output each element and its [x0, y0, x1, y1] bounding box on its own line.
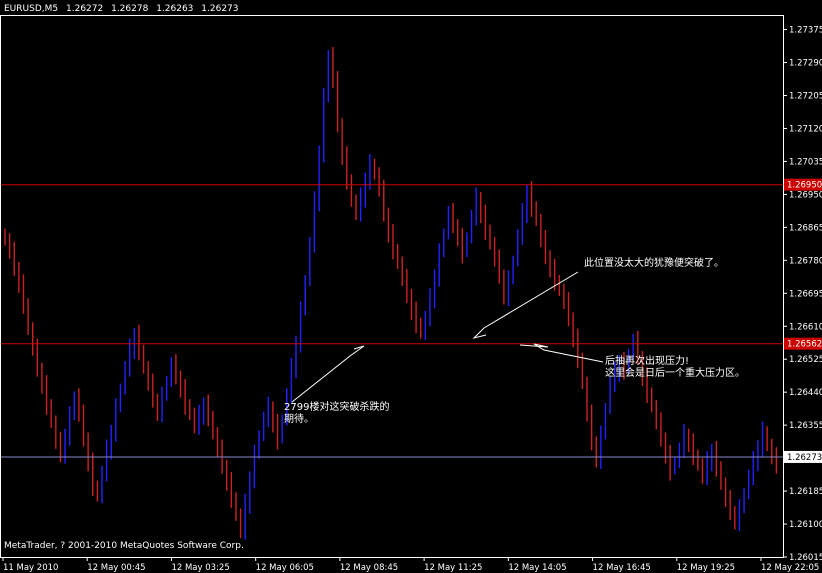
annotation-expectation-line1: 2799楼对这突破杀跌的: [284, 402, 390, 413]
close-value: 1.26273: [201, 4, 239, 14]
annotation-breakout: 此位置没太大的犹豫便突破了。: [584, 258, 724, 270]
low-value: 1.26263: [156, 4, 194, 14]
x-tick-label: 12 May 11:25: [424, 563, 482, 573]
x-tick-label: 12 May 22:05: [761, 563, 819, 573]
y-tick-label: 1.27205: [789, 92, 822, 102]
x-tick-label: 12 May 19:25: [677, 563, 735, 573]
annotation-pressure-line2: 这里会是日后一个重大压力区。: [605, 368, 745, 379]
high-value: 1.26278: [111, 4, 149, 14]
open-value: 1.26272: [66, 4, 104, 14]
x-tick-label: 11 May 2010: [3, 563, 58, 573]
y-tick-label: 1.26100: [789, 520, 822, 530]
current-price-tag-label: 1.26273: [787, 453, 822, 463]
y-tick-label: 1.27290: [789, 59, 822, 69]
annotation-expectation-line2: 期待。: [284, 414, 314, 425]
y-tick-label: 1.26610: [789, 322, 822, 332]
y-tick-label: 1.26355: [789, 421, 822, 431]
annotation-breakout-line1: 此位置没太大的犹豫便突破了。: [584, 258, 724, 269]
y-tick-label: 1.27035: [789, 157, 822, 167]
annotation-pressure: 后抽再次出现压力! 这里会是日后一个重大压力区。: [605, 356, 745, 380]
lower-resistance-tag-label: 1.26562: [787, 340, 822, 350]
annotation-pressure-line1: 后抽再次出现压力!: [605, 356, 690, 367]
y-tick-label: 1.27375: [789, 26, 822, 36]
annotation-expectation: 2799楼对这突破杀跌的 期待。: [284, 402, 389, 426]
y-tick-label: 1.27120: [789, 124, 822, 134]
y-tick-label: 1.26950: [789, 190, 822, 200]
y-tick-label: 1.26780: [789, 256, 822, 266]
price-chart[interactable]: 1.27375 1.27290 1.27205 1.27120 1.27035 1.269…: [0, 0, 822, 573]
x-tick-label: 12 May 08:45: [340, 563, 398, 573]
x-tick-label: 12 May 06:05: [256, 563, 314, 573]
chart-header: EURUSD,M5 1.26272 1.26278 1.26263 1.2627…: [4, 4, 244, 14]
y-tick-label: 1.26185: [789, 487, 822, 497]
y-tick-label: 1.26015: [789, 553, 822, 563]
x-tick-label: 12 May 14:05: [508, 563, 566, 573]
y-tick-label: 1.26865: [789, 223, 822, 233]
y-tick-label: 1.26440: [789, 388, 822, 398]
y-tick-label: 1.26525: [789, 355, 822, 365]
y-tick-label: 1.26695: [789, 289, 822, 299]
x-tick-label: 12 May 03:25: [171, 563, 229, 573]
symbol-label: EURUSD,M5: [4, 4, 59, 14]
x-tick-label: 12 May 00:45: [87, 563, 145, 573]
upper-resistance-tag-label: 1.26950: [787, 181, 822, 191]
x-tick-label: 12 May 16:45: [593, 563, 651, 573]
copyright-text: MetaTrader, ? 2001-2010 MetaQuotes Softw…: [4, 541, 244, 551]
